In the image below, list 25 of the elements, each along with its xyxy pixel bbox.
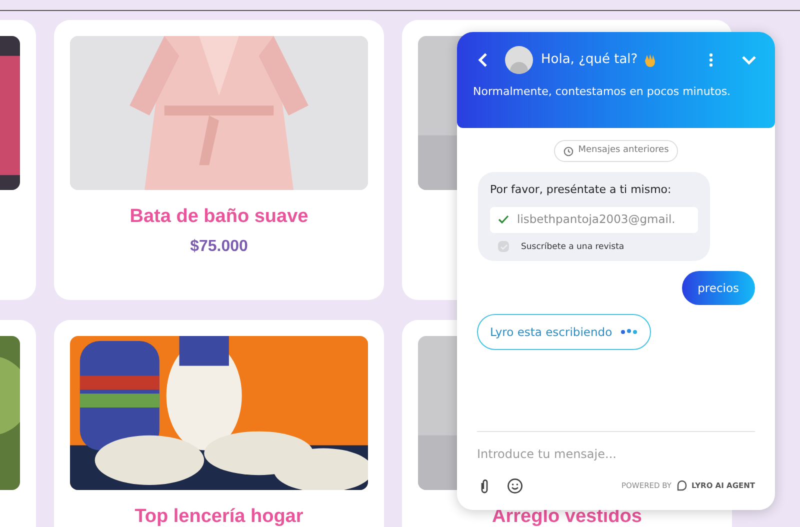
message-input[interactable]: Introduce tu mensaje... [477,444,755,464]
chat-title: Hola, ¿qué tal? [541,51,638,70]
typing-dots-icon [620,329,638,336]
chat-subtitle: Normalmente, contestamos en pocos minutos. [473,84,732,100]
form-prompt: Por favor, preséntate a ti mismo: [490,182,672,198]
brand-logo-icon [676,480,688,492]
avatar [505,46,533,74]
paperclip-icon [480,478,488,494]
product-card[interactable]: Bata de baño suave $75.000 [54,20,384,300]
more-icon [709,53,713,67]
history-icon [563,146,574,156]
user-message: precios [682,271,755,306]
emoji-button[interactable] [507,478,523,494]
product-title[interactable]: Bata de baño suave [130,205,308,229]
chevron-down-icon [742,56,756,64]
product-price: $75.000 [190,237,248,257]
previous-messages-button[interactable]: Mensajes anteriores [554,140,678,162]
smiley-icon [507,478,523,494]
subscribe-label: Suscríbete a una revista [521,240,624,254]
product-title[interactable]: Top lencería hogar [134,505,304,527]
email-value: lisbethpantoja2003@gmail. [517,210,676,228]
back-icon [478,53,488,67]
typing-text: Lyro esta escribiendo [490,324,612,341]
email-field[interactable]: lisbethpantoja2003@gmail. [490,206,698,232]
product-card[interactable]: Top lencería hogar [54,320,384,527]
